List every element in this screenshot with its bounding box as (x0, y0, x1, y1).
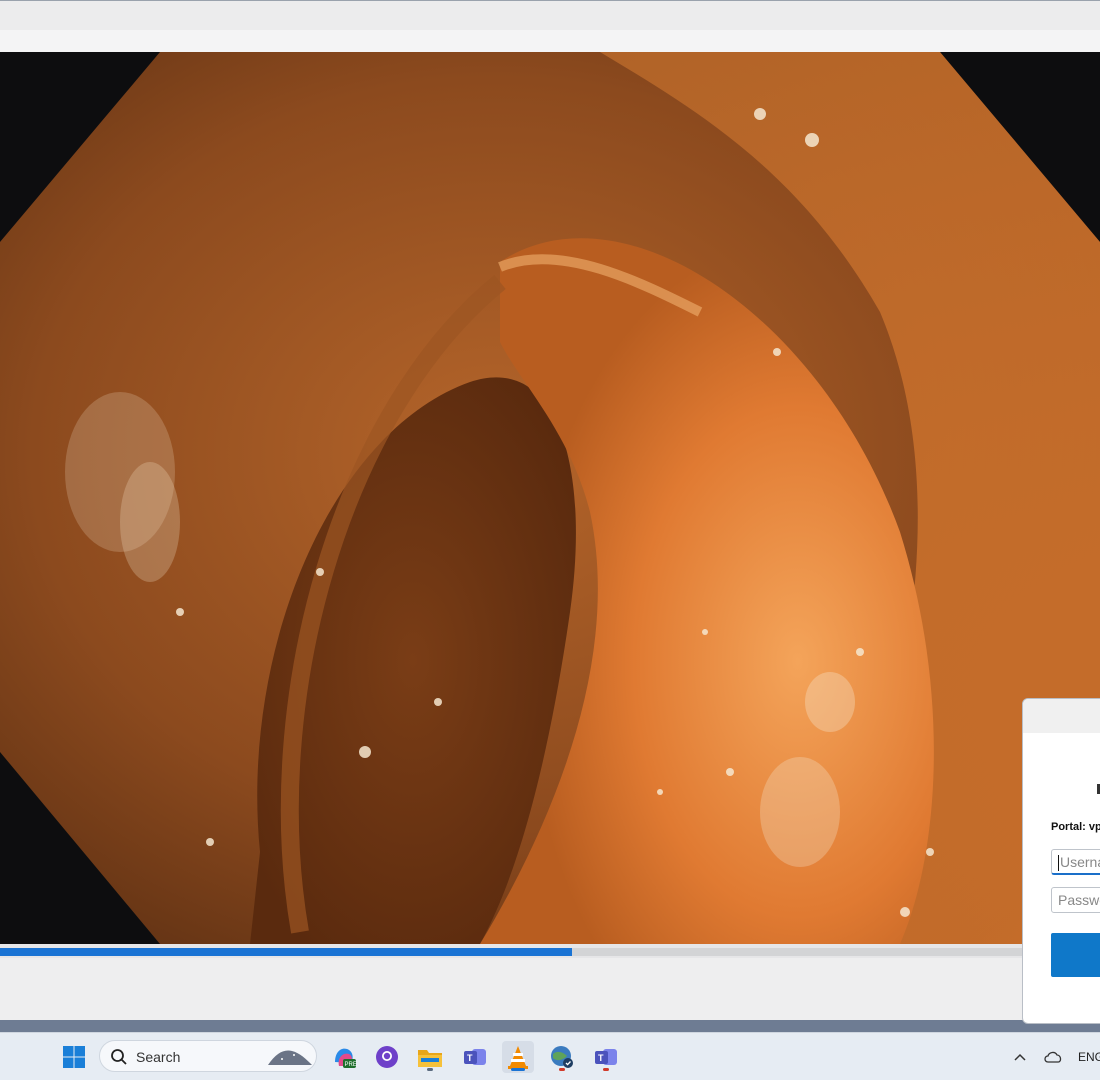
desktop-wallpaper-strip (0, 1020, 1100, 1032)
taskbar-search-input[interactable]: Search (99, 1040, 317, 1072)
dialog-title-bar[interactable] (1023, 699, 1100, 733)
password-placeholder: Passwo (1058, 892, 1100, 908)
endoscopy-video-image (0, 52, 1100, 944)
svg-text:PRE: PRE (345, 1062, 357, 1068)
vlc-icon[interactable] (502, 1041, 534, 1073)
teams-icon[interactable]: T (459, 1041, 491, 1073)
active-indicator (511, 1068, 525, 1071)
search-icon (111, 1049, 127, 1065)
window-title-bar (0, 0, 1100, 30)
copilot-icon[interactable]: PRE (328, 1041, 360, 1073)
seek-bar[interactable] (0, 944, 1100, 958)
notification-indicator (559, 1068, 565, 1071)
teams-work-icon[interactable]: T (590, 1041, 622, 1073)
search-highlight-image (268, 1050, 312, 1065)
browser-icon[interactable] (546, 1041, 578, 1073)
vpn-login-dialog: Portal: vp Userna Passwo (1022, 698, 1100, 1024)
svg-text:T: T (598, 1053, 604, 1063)
seek-progress (0, 948, 572, 956)
username-field[interactable]: Userna (1051, 849, 1100, 875)
running-indicator (427, 1068, 433, 1071)
video-frame[interactable] (0, 52, 1100, 944)
text-caret (1058, 855, 1059, 871)
chevron-up-icon[interactable] (1008, 1041, 1032, 1073)
input-language-indicator[interactable]: ENG (1078, 1050, 1100, 1064)
notification-indicator (603, 1068, 609, 1071)
onedrive-cloud-icon[interactable] (1040, 1041, 1066, 1073)
github-icon[interactable] (371, 1041, 403, 1073)
player-controls-area (0, 958, 1100, 1020)
portal-label: Portal: vp (1051, 821, 1100, 833)
connect-button[interactable] (1051, 933, 1100, 977)
username-placeholder: Userna (1060, 854, 1100, 870)
file-explorer-icon[interactable] (414, 1041, 446, 1073)
svg-text:T: T (467, 1053, 473, 1063)
windows-start-icon[interactable] (58, 1041, 90, 1073)
search-label: Search (136, 1049, 181, 1065)
password-field[interactable]: Passwo (1051, 887, 1100, 913)
taskbar: Search PRE T T ENG (0, 1032, 1100, 1080)
player-toolbar (0, 30, 1100, 52)
seek-track[interactable] (0, 948, 1100, 956)
